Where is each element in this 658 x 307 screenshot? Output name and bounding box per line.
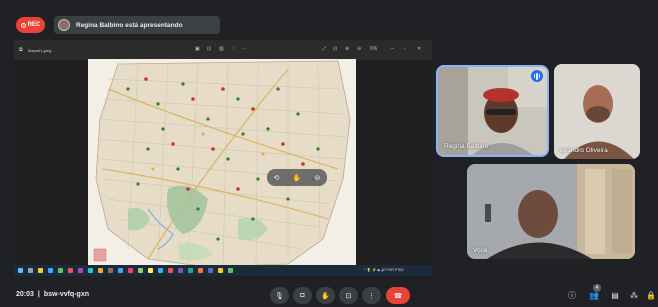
leave-call-button[interactable]: ☎ (386, 287, 410, 304)
app-icon[interactable] (228, 268, 233, 273)
activities-button[interactable]: ⁂ (627, 288, 641, 302)
more-icon[interactable]: ··· (242, 46, 247, 52)
microphone-button[interactable]: 🎙 (270, 287, 289, 304)
app-icon[interactable] (78, 268, 83, 273)
participant-tile-regina[interactable]: Regina Balbino (436, 65, 549, 157)
app-icon[interactable] (158, 268, 163, 273)
lock-icon: 🔒 (646, 290, 656, 300)
shared-screen: ⧉ Mapa01.jpeg ▣ ⊡ ▥ ♡ ··· ⤢ ⊡ ⊕ ⊖ 6% – ▫… (14, 40, 432, 276)
presenter-banner[interactable]: Regina Balbino está apresentando (54, 16, 220, 34)
camera-button[interactable]: ◘ (293, 287, 312, 304)
app-icon[interactable] (198, 268, 203, 273)
phone-hangup-icon: ☎ (393, 292, 403, 300)
avatar (58, 19, 70, 31)
participant-tile-leandro[interactable]: Leandro Oliveira (554, 64, 640, 159)
info-icon: ⓘ (568, 290, 576, 300)
separator: | (37, 291, 40, 298)
participant-name: Regina Balbino (444, 143, 489, 150)
chat-button[interactable]: ▤ (608, 288, 622, 302)
zoom-out-icon[interactable]: ⊖ (315, 174, 321, 182)
present-button[interactable]: ⊡ (339, 287, 358, 304)
participant-video (554, 64, 640, 159)
app-icon[interactable] (68, 268, 73, 273)
participant-video (467, 164, 635, 259)
bottom-control-bar: 20:03 | bsw-vvfq-gxn 🎙 ◘ ✋ ⊡ ⋮ ☎ ⓘ 👥 4 ▤… (0, 282, 658, 307)
present-screen-icon: ⊡ (345, 292, 352, 300)
city-map-image: ⟲ ✋ ⊖ (88, 59, 356, 269)
meeting-info: 20:03 | bsw-vvfq-gxn (16, 291, 89, 298)
search-icon[interactable] (28, 268, 33, 273)
app-icon[interactable] (128, 268, 133, 273)
windows-taskbar: ^ 🔋 ⚡ ◆ 🔊 POR PTB2 (14, 265, 432, 276)
file-name: Mapa01.jpeg (28, 48, 52, 53)
maximize-icon[interactable]: ▫ (404, 46, 406, 52)
floating-viewer-controls: ⟲ ✋ ⊖ (267, 169, 327, 186)
zoom-in-icon[interactable]: ⊕ (345, 46, 349, 52)
record-icon (20, 22, 26, 28)
app-icon[interactable] (58, 268, 63, 273)
activities-icon: ⁂ (630, 290, 638, 300)
app-icon[interactable] (208, 268, 213, 273)
app-icon[interactable] (48, 268, 53, 273)
zoom-out-icon[interactable]: ⊖ (357, 46, 361, 52)
image-icon[interactable]: ▣ (195, 46, 200, 52)
speaking-indicator-icon (531, 70, 543, 82)
participant-tile-self[interactable]: Você (467, 164, 635, 259)
rotate-icon[interactable]: ⟲ (274, 174, 280, 182)
app-icon[interactable] (148, 268, 153, 273)
microphone-icon: 🎙 (275, 292, 284, 300)
system-tray: ^ 🔋 ⚡ ◆ 🔊 POR PTB2 (364, 268, 404, 272)
app-icon[interactable] (188, 268, 193, 273)
app-icon[interactable] (88, 268, 93, 273)
close-icon[interactable]: ✕ (417, 46, 421, 52)
host-controls-button[interactable]: 🔒 (644, 288, 658, 302)
people-count-badge: 4 (593, 284, 601, 292)
presenter-text: Regina Balbino está apresentando (76, 21, 183, 29)
more-vert-icon: ⋮ (368, 292, 375, 300)
app-icon[interactable] (138, 268, 143, 273)
map-graphic (88, 59, 356, 269)
start-icon[interactable] (18, 268, 23, 273)
window-icon: ⧉ (19, 47, 23, 53)
meeting-details-button[interactable]: ⓘ (565, 288, 579, 302)
camera-icon: ◘ (300, 292, 305, 299)
raise-hand-button[interactable]: ✋ (316, 287, 335, 304)
expand-icon[interactable]: ⤢ (322, 46, 326, 52)
delete-icon[interactable]: ▥ (219, 46, 224, 52)
recording-badge[interactable]: REC (16, 17, 45, 33)
app-icon[interactable] (98, 268, 103, 273)
rec-label: REC (27, 22, 41, 28)
participant-name: Você (473, 247, 488, 254)
meeting-time: 20:03 (16, 291, 34, 298)
meeting-code: bsw-vvfq-gxn (43, 291, 89, 298)
hand-icon[interactable]: ✋ (293, 174, 302, 182)
app-icon[interactable] (168, 268, 173, 273)
hand-icon: ✋ (321, 292, 330, 300)
folder-icon[interactable] (38, 268, 43, 273)
app-icon[interactable] (218, 268, 223, 273)
app-icon[interactable] (178, 268, 183, 273)
top-bar: REC Regina Balbino está apresentando (0, 0, 658, 40)
meet-stage: REC Regina Balbino está apresentando ⧉ M… (0, 0, 658, 307)
zoom-level: 6% (370, 46, 378, 52)
participant-name: Leandro Oliveira (560, 147, 608, 154)
fit-icon[interactable]: ⊡ (333, 46, 337, 52)
minimize-icon[interactable]: – (391, 46, 394, 52)
image-viewer-toolbar: ⧉ Mapa01.jpeg ▣ ⊡ ▥ ♡ ··· ⤢ ⊡ ⊕ ⊖ 6% – ▫… (14, 40, 432, 60)
crop-icon[interactable]: ⊡ (207, 46, 211, 52)
app-icon[interactable] (118, 268, 123, 273)
app-icon[interactable] (108, 268, 113, 273)
chat-icon: ▤ (611, 290, 619, 300)
more-options-button[interactable]: ⋮ (362, 287, 381, 304)
heart-icon[interactable]: ♡ (231, 46, 235, 52)
